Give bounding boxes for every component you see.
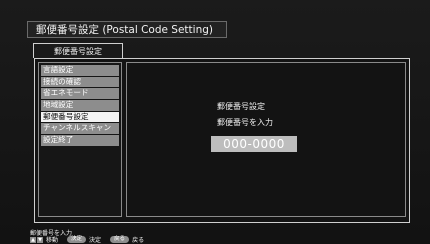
up-arrow-icon: ▲: [30, 236, 36, 243]
down-arrow-icon: ▼: [37, 236, 43, 243]
menu-item-language[interactable]: 言語設定: [41, 65, 119, 76]
decide-label: 決定: [89, 237, 102, 244]
menu-item-connection-check[interactable]: 接続の確認: [41, 76, 119, 88]
settings-menu: 言語設定 接続の確認 省エネモード 地域設定 郵便番号設定 チャンネルスキャン …: [38, 62, 122, 217]
menu-item-eco-mode[interactable]: 省エネモード: [41, 88, 119, 99]
move-label: 移動: [46, 237, 59, 244]
up-down-buttons: ▲ ▼: [30, 236, 43, 243]
content-panel: 郵便番号設定 郵便番号を入力 000-0000: [126, 62, 406, 217]
back-key-badge: 戻る: [110, 236, 130, 243]
tab-postal-code-setting: 郵便番号設定: [33, 43, 123, 58]
content-instruction: 郵便番号を入力: [217, 118, 273, 127]
decide-key-badge: 決定: [67, 236, 87, 243]
menu-item-region[interactable]: 地域設定: [41, 100, 119, 111]
tv-setup-screen: 郵便番号設定 (Postal Code Setting) 郵便番号設定 言語設定…: [0, 0, 430, 244]
menu-item-channel-scan[interactable]: チャンネルスキャン: [41, 123, 119, 134]
footer-key-guide: ▲ ▼ 移動 決定 決定 戻る 戻る: [30, 235, 144, 244]
window-title: 郵便番号設定 (Postal Code Setting): [27, 21, 227, 38]
menu-item-postal-code[interactable]: 郵便番号設定: [41, 111, 119, 123]
content-heading: 郵便番号設定: [217, 102, 265, 111]
back-label: 戻る: [132, 237, 145, 244]
postal-code-input[interactable]: 000-0000: [211, 136, 297, 152]
menu-item-finish-setup[interactable]: 設定終了: [41, 135, 119, 146]
